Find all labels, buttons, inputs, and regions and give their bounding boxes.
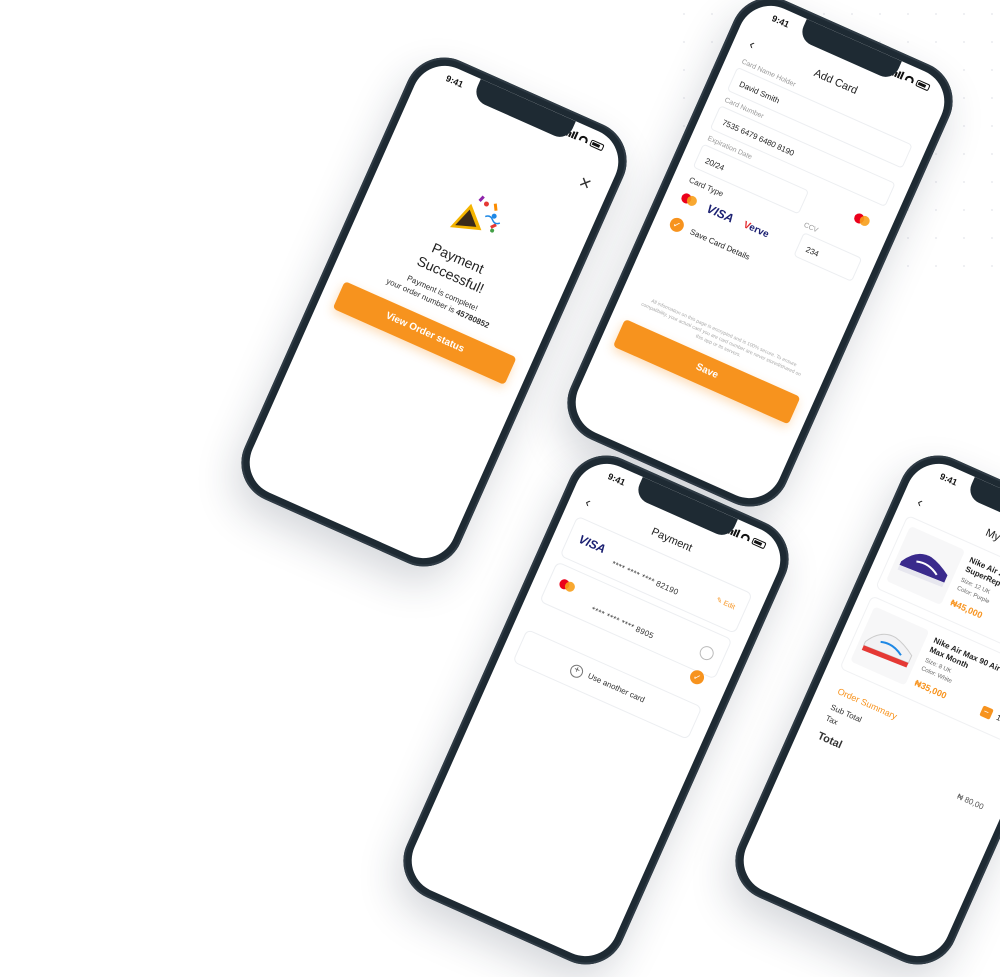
total-label: Total — [815, 730, 844, 752]
radio-unselected[interactable] — [697, 643, 716, 663]
status-time: 9:41 — [770, 13, 791, 30]
ccv-field[interactable]: 234 — [793, 232, 863, 282]
mastercard-icon — [853, 212, 872, 228]
ccv-value: 234 — [804, 244, 821, 259]
notch — [471, 78, 576, 142]
visa-option[interactable]: VISA — [705, 201, 736, 225]
quantity-stepper: − 1 + — [978, 705, 1000, 731]
visa-icon: VISA — [576, 532, 608, 557]
battery-icon — [589, 138, 605, 151]
wifi-icon — [578, 134, 590, 144]
use-another-card-label: Use another card — [586, 671, 647, 705]
plus-icon: + — [567, 662, 585, 680]
expiry-value: 20/24 — [703, 156, 726, 173]
edit-label: Edit — [722, 599, 736, 612]
mastercard-icon — [558, 578, 577, 594]
card-holder-value: David Smith — [737, 79, 781, 106]
battery-icon — [915, 78, 931, 91]
status-time: 9:41 — [606, 471, 627, 488]
edit-link[interactable]: ✎ Edit — [715, 596, 736, 611]
quantity-value: 1 — [994, 712, 1000, 723]
status-time: 9:41 — [444, 73, 465, 90]
radio-selected-check-icon[interactable]: ✓ — [687, 668, 707, 687]
check-icon[interactable]: ✓ — [667, 215, 687, 235]
total-value: ₦ 80,00 — [955, 791, 986, 812]
shoe-image-white — [850, 606, 930, 686]
battery-icon — [751, 536, 767, 549]
tax-label: Tax — [824, 713, 840, 727]
verve-option[interactable]: Verve — [742, 219, 771, 240]
status-time: 9:41 — [938, 471, 959, 488]
save-card-details-label: Save Card Details — [688, 226, 752, 262]
close-icon[interactable]: ✕ — [576, 173, 595, 194]
party-popper-icon — [449, 195, 501, 233]
decrement-button[interactable]: − — [978, 705, 994, 720]
shoe-image-purple — [885, 525, 966, 606]
wifi-icon — [904, 74, 916, 84]
wifi-icon — [740, 532, 752, 542]
mastercard-option-icon[interactable] — [680, 192, 699, 208]
